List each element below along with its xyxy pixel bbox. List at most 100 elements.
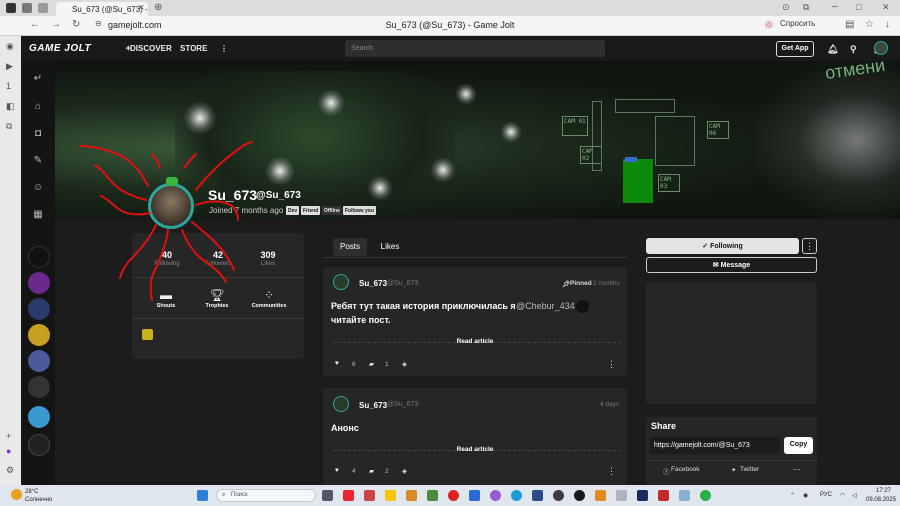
start-icon[interactable] xyxy=(197,490,208,501)
following-button[interactable]: ✓ Following xyxy=(646,238,799,254)
community-avatar-7[interactable] xyxy=(28,406,50,428)
communities-link[interactable]: Communities xyxy=(245,303,293,309)
shouts-link[interactable]: Shouts xyxy=(142,303,190,309)
sidebar-settings-icon[interactable]: ⚙ xyxy=(6,466,14,475)
nav-discover[interactable]: DISCOVER xyxy=(130,44,172,53)
weather-temp[interactable]: 28°C xyxy=(25,489,38,495)
new-tab-icon[interactable]: ⊕ xyxy=(154,3,162,13)
language-indicator[interactable]: РУС xyxy=(820,492,832,498)
tray-chevron-icon[interactable]: ⌃ xyxy=(790,492,795,499)
read-article-link[interactable]: Read article xyxy=(323,338,627,345)
shouts-icon[interactable]: ▬ xyxy=(146,288,186,302)
tray-icon[interactable]: ◉ xyxy=(803,492,808,499)
whatsapp-icon[interactable] xyxy=(700,490,711,501)
edge-icon[interactable] xyxy=(511,490,522,501)
post-mention[interactable]: @Chebur_434 xyxy=(516,299,575,313)
maximize-icon[interactable]: □ xyxy=(856,3,861,12)
get-app-button[interactable]: Get App xyxy=(776,41,814,57)
sidebar-alice-icon[interactable]: ● xyxy=(6,447,11,456)
favorites-icon[interactable]: ☆ xyxy=(865,20,874,30)
tab-active[interactable]: Su_673 (@Su_673) - Ga xyxy=(56,2,148,16)
reload-icon[interactable]: ↻ xyxy=(72,20,80,30)
stat-following-value[interactable]: 40 xyxy=(147,250,187,260)
post-more-icon[interactable]: ⋮ xyxy=(607,466,616,477)
rail-chat-icon[interactable]: ☺ xyxy=(30,182,46,198)
app-icon-9[interactable] xyxy=(490,490,501,501)
rail-activity-icon[interactable]: ↵ xyxy=(30,73,46,89)
notifications-icon[interactable]: 🔔︎ xyxy=(827,44,838,55)
like-icon[interactable]: ♥ xyxy=(335,360,339,367)
message-button[interactable]: ✉ Message xyxy=(646,257,817,273)
copy-button[interactable]: Copy xyxy=(784,437,813,454)
taskbar-search[interactable]: ⌕ Поиск xyxy=(216,489,316,502)
post-author-avatar[interactable] xyxy=(333,396,349,412)
app-icon-14[interactable] xyxy=(595,490,606,501)
clock-time[interactable]: 17:27 xyxy=(876,488,891,494)
post-more-icon[interactable]: ⋮ xyxy=(607,359,616,370)
app-icon-6[interactable] xyxy=(427,490,438,501)
rail-store-icon[interactable]: ⌂ xyxy=(30,101,46,117)
browser-menu-icon[interactable] xyxy=(6,3,16,13)
community-avatar-1[interactable] xyxy=(28,246,50,268)
wifi-icon[interactable]: ◠ xyxy=(840,492,845,499)
sidebar-add-icon[interactable]: + xyxy=(6,432,11,441)
facebook-share-button[interactable]: Facebook xyxy=(671,466,700,473)
app-icon-15[interactable] xyxy=(616,490,627,501)
rail-shop-icon[interactable]: ✎ xyxy=(30,155,46,171)
yandex-browser-icon[interactable] xyxy=(385,490,396,501)
yandex-app-icon[interactable] xyxy=(343,490,354,501)
app-icon-17[interactable] xyxy=(658,490,669,501)
communities-icon[interactable]: ⁘ xyxy=(249,288,289,302)
sidebar-yandex-icon[interactable]: ◉ xyxy=(6,42,14,51)
quests-icon[interactable]: ⚲ xyxy=(850,44,857,55)
share-more-icon[interactable]: ⋯ xyxy=(793,465,801,474)
forward-icon[interactable]: → xyxy=(51,20,61,30)
browser-profile-icon[interactable] xyxy=(22,3,32,13)
back-icon[interactable]: ← xyxy=(30,20,40,30)
community-badge-icon[interactable] xyxy=(142,329,153,340)
community-avatar-8[interactable] xyxy=(28,434,50,456)
profile-avatar[interactable] xyxy=(148,183,194,229)
download-icon[interactable]: ↓ xyxy=(885,20,890,30)
trophy-icon[interactable]: 🏆︎ xyxy=(197,288,237,302)
comment-icon[interactable]: ▰ xyxy=(369,467,374,475)
more-menu-icon[interactable]: ⋮ xyxy=(220,44,228,53)
reading-list-icon[interactable]: ▤ xyxy=(845,20,854,30)
opera-icon[interactable] xyxy=(448,490,459,501)
like-icon[interactable]: ♥ xyxy=(335,467,339,474)
stat-followers-value[interactable]: 42 xyxy=(198,250,238,260)
profile-more-button[interactable]: ⋮ xyxy=(802,238,817,254)
stat-likes-value[interactable]: 309 xyxy=(248,250,288,260)
tab-likes[interactable]: Likes xyxy=(373,238,407,256)
browser-tabs-icon[interactable] xyxy=(38,3,48,13)
app-icon-3[interactable] xyxy=(364,490,375,501)
comment-icon[interactable]: ▰ xyxy=(369,360,374,368)
rail-backpack-icon[interactable]: ◘ xyxy=(30,128,46,144)
post-author-avatar[interactable] xyxy=(333,274,349,290)
trophies-link[interactable]: Trophies xyxy=(193,303,241,309)
nav-store[interactable]: STORE xyxy=(180,44,207,53)
community-avatar-5[interactable] xyxy=(28,350,50,372)
downloads-icon[interactable]: ⊙ xyxy=(782,3,790,12)
app-icon-8[interactable] xyxy=(469,490,480,501)
app-icon-18[interactable] xyxy=(679,490,690,501)
post-author-name[interactable]: Su_673 xyxy=(359,401,387,410)
search-input[interactable]: Search xyxy=(345,40,605,57)
site-logo[interactable]: GAME JOLT xyxy=(29,43,91,54)
sidebar-one-icon[interactable]: 1 xyxy=(6,82,11,91)
app-icon-13[interactable] xyxy=(574,490,585,501)
sidebar-copy-icon[interactable]: ⧉ xyxy=(6,122,12,131)
twitter-share-button[interactable]: Twitter xyxy=(740,466,759,473)
task-view-icon[interactable] xyxy=(322,490,333,501)
minimize-icon[interactable]: – xyxy=(832,2,838,12)
collections-icon[interactable]: ⧉ xyxy=(803,3,809,12)
sticker-icon[interactable]: ◈ xyxy=(402,467,407,475)
tab-posts[interactable]: Posts xyxy=(333,238,367,256)
community-avatar-3[interactable] xyxy=(28,298,50,320)
photoshop-icon[interactable] xyxy=(637,490,648,501)
file-explorer-icon[interactable] xyxy=(406,490,417,501)
community-avatar-2[interactable] xyxy=(28,272,50,294)
volume-icon[interactable]: ◁ xyxy=(852,492,857,499)
community-avatar-6[interactable] xyxy=(28,376,50,398)
window-close-icon[interactable]: ✕ xyxy=(882,3,890,12)
